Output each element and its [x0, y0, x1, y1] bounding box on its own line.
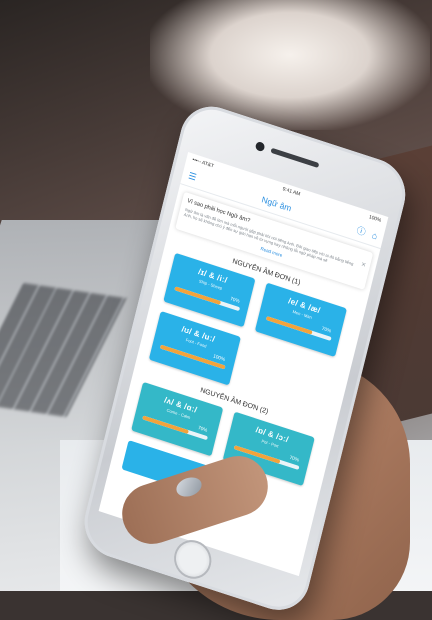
earpiece-speaker	[270, 147, 320, 169]
navbar-actions: ⓘ ⌂	[356, 225, 379, 241]
close-icon[interactable]: ✕	[360, 261, 366, 269]
menu-icon[interactable]: ☰	[187, 170, 197, 182]
page-title: Ngữ âm	[260, 194, 293, 214]
info-icon[interactable]: ⓘ	[356, 225, 367, 237]
home-icon[interactable]: ⌂	[371, 230, 379, 241]
blurred-light	[150, 0, 430, 130]
battery-label: 100%	[368, 214, 382, 224]
front-camera	[254, 140, 266, 153]
